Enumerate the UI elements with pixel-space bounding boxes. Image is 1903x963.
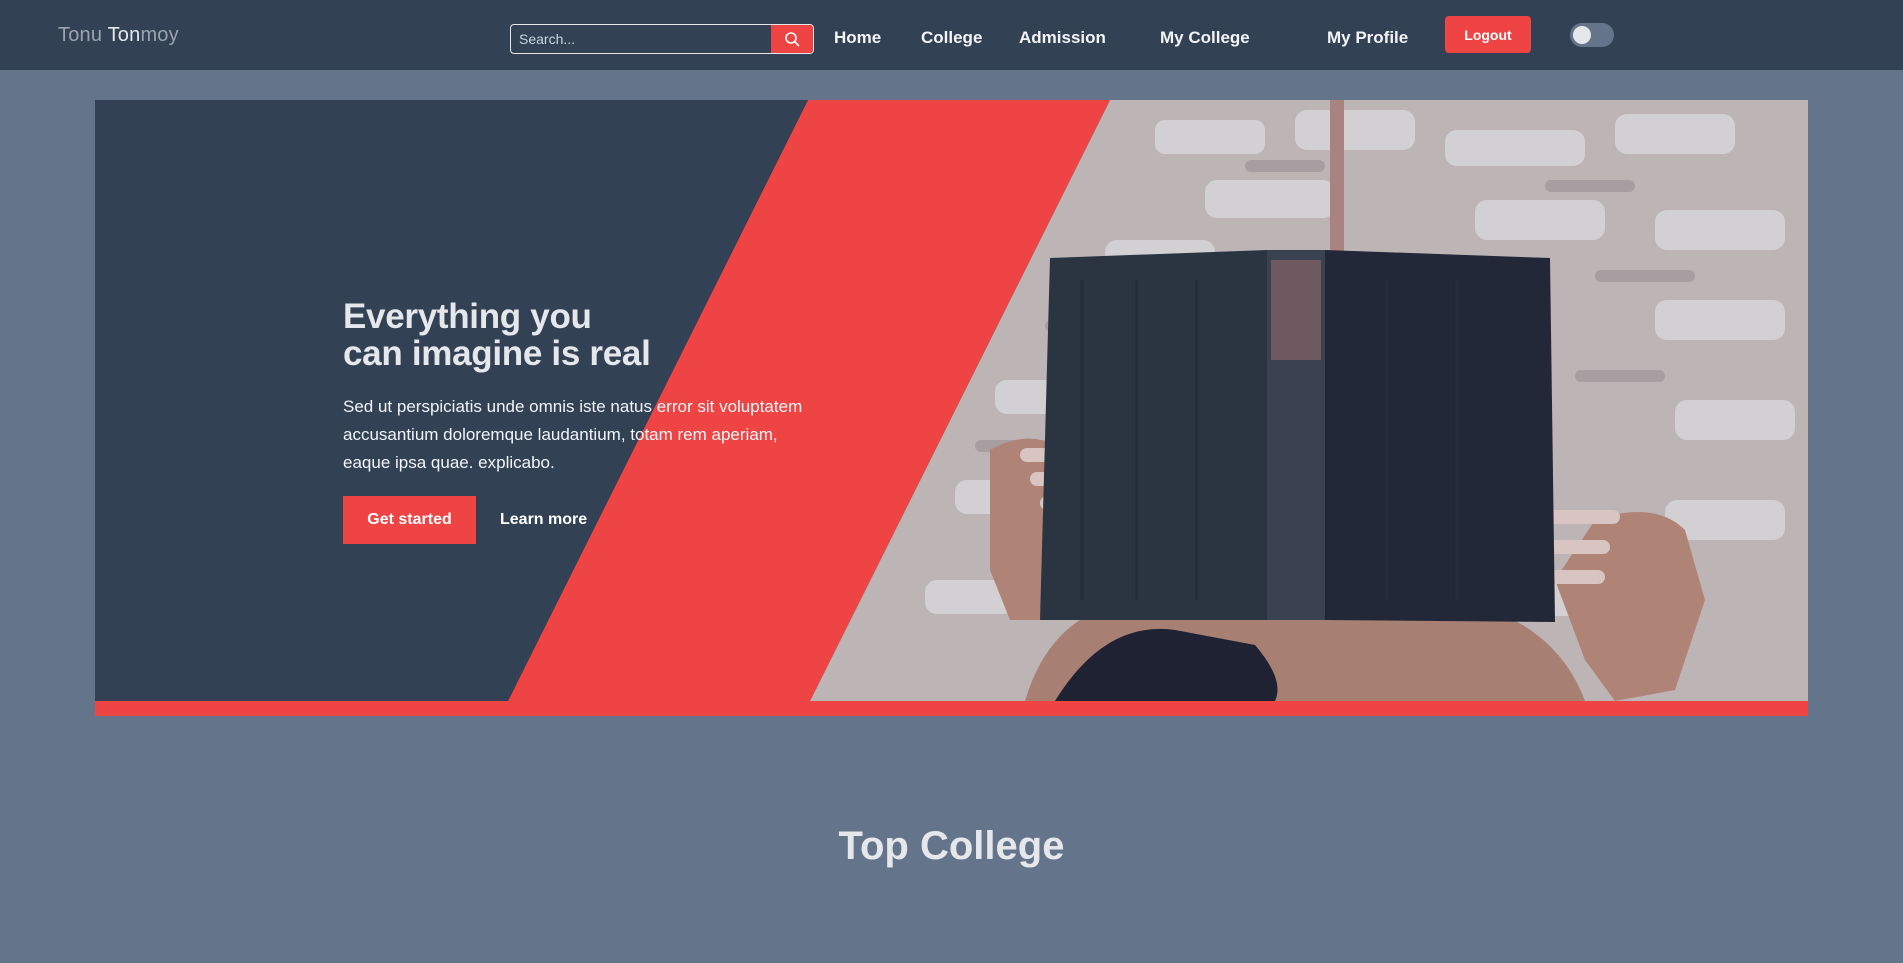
search-bar [510,24,814,54]
search-icon [785,32,800,47]
hero-content: Everything you can imagine is real Sed u… [343,298,823,544]
get-started-button[interactable]: Get started [343,496,476,544]
nav-link-my-college[interactable]: My College [1160,28,1250,48]
toggle-knob [1573,26,1591,44]
nav-link-home[interactable]: Home [834,28,881,48]
top-college-heading: Top College [838,824,1065,868]
hero-banner: Everything you can imagine is real Sed u… [95,100,1808,716]
logout-button[interactable]: Logout [1445,16,1531,53]
hero-title-line1: Everything you [343,297,592,336]
brand-text-first: Tonu [58,24,108,46]
hero-title: Everything you can imagine is real [343,298,823,372]
hero-bottom-bar [95,701,1808,716]
hero-title-line2: can imagine is real [343,334,651,373]
search-button[interactable] [771,25,813,53]
hero-actions: Get started Learn more [343,496,823,544]
brand-text-last: moy [140,24,179,46]
brand-text-mid: Ton [107,24,141,46]
nav-link-college[interactable]: College [921,28,982,48]
search-input[interactable] [511,25,771,53]
nav-link-my-profile[interactable]: My Profile [1327,28,1408,48]
nav-link-admission[interactable]: Admission [1019,28,1106,48]
theme-toggle[interactable] [1570,23,1614,47]
hero-description: Sed ut perspiciatis unde omnis iste natu… [343,397,803,472]
navbar: Tonu Tonmoy Home College Admission My Co… [0,0,1903,70]
brand-logo[interactable]: Tonu Tonmoy [58,24,179,47]
learn-more-button[interactable]: Learn more [500,511,587,529]
